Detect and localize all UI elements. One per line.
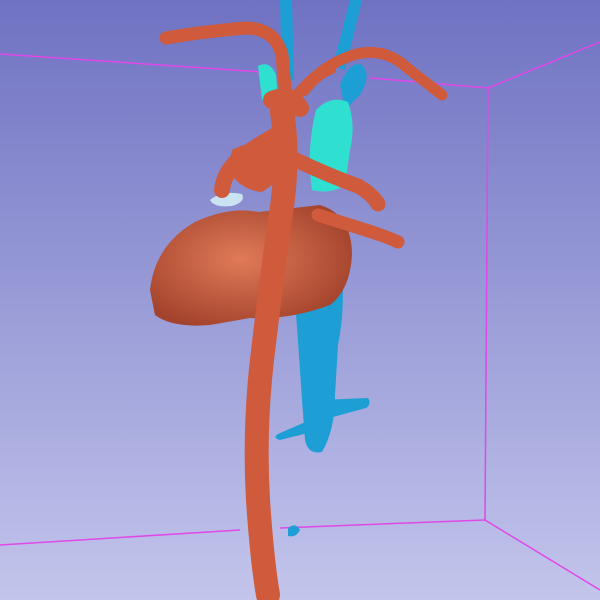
aortic-root [263, 88, 309, 117]
3d-render-view[interactable] [0, 0, 600, 600]
scene-canvas[interactable] [0, 0, 600, 600]
